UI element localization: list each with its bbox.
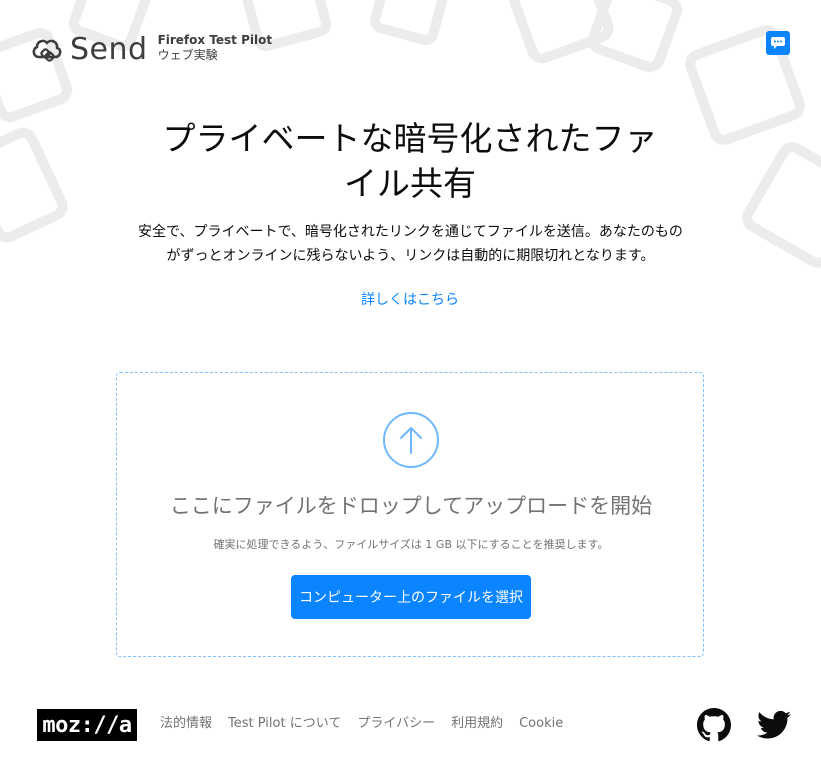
test-pilot-subtitle: ウェブ実験 bbox=[157, 48, 218, 62]
mozilla-logo[interactable]: moz://a bbox=[37, 709, 137, 741]
drop-zone-title: ここにファイルをドロップしてアップロードを開始 bbox=[169, 494, 653, 518]
test-pilot-name: Firefox Test Pilot bbox=[157, 33, 273, 47]
send-logo-text[interactable]: Send bbox=[70, 35, 148, 65]
footer-link-terms[interactable]: 利用規約 bbox=[451, 714, 503, 734]
upload-arrow-icon bbox=[383, 412, 439, 468]
footer-link-about[interactable]: Test Pilot について bbox=[228, 714, 341, 734]
select-file-button[interactable]: コンピューター上のファイルを選択 bbox=[291, 575, 531, 619]
test-pilot-badge[interactable]: Firefox Test Pilot ウェブ実験 bbox=[158, 33, 273, 63]
file-size-note: 確実に処理できるよう、ファイルサイズは 1 GB 以下にすることを推奨します。 bbox=[213, 538, 609, 551]
footer: moz://a 法的情報 Test Pilot について プライバシー 利用規約… bbox=[0, 700, 821, 750]
footer-link-privacy[interactable]: プライバシー bbox=[357, 714, 435, 734]
chat-bubble-icon bbox=[771, 37, 785, 49]
footer-link-cookie[interactable]: Cookie bbox=[519, 714, 563, 734]
upload-drop-zone[interactable]: ここにファイルをドロップしてアップロードを開始 確実に処理できるよう、ファイルサ… bbox=[116, 372, 704, 657]
twitter-icon[interactable] bbox=[757, 710, 791, 740]
page-title: プライベートな暗号化されたファイル共有 bbox=[162, 119, 658, 203]
page-description: 安全で、プライベートで、暗号化されたリンクを通じてファイルを送信。あなたのものが… bbox=[138, 224, 683, 264]
send-logo-icon[interactable] bbox=[30, 33, 64, 67]
footer-links: 法的情報 Test Pilot について プライバシー 利用規約 Cookie bbox=[160, 714, 579, 734]
send-page: Send Firefox Test Pilot ウェブ実験 プライベートな暗号化… bbox=[0, 0, 821, 761]
feedback-button[interactable] bbox=[766, 31, 790, 55]
footer-link-legal[interactable]: 法的情報 bbox=[160, 714, 212, 734]
github-icon[interactable] bbox=[697, 708, 731, 742]
learn-more-link[interactable]: 詳しくはこちら bbox=[260, 289, 560, 311]
header: Send Firefox Test Pilot ウェブ実験 bbox=[30, 30, 272, 70]
